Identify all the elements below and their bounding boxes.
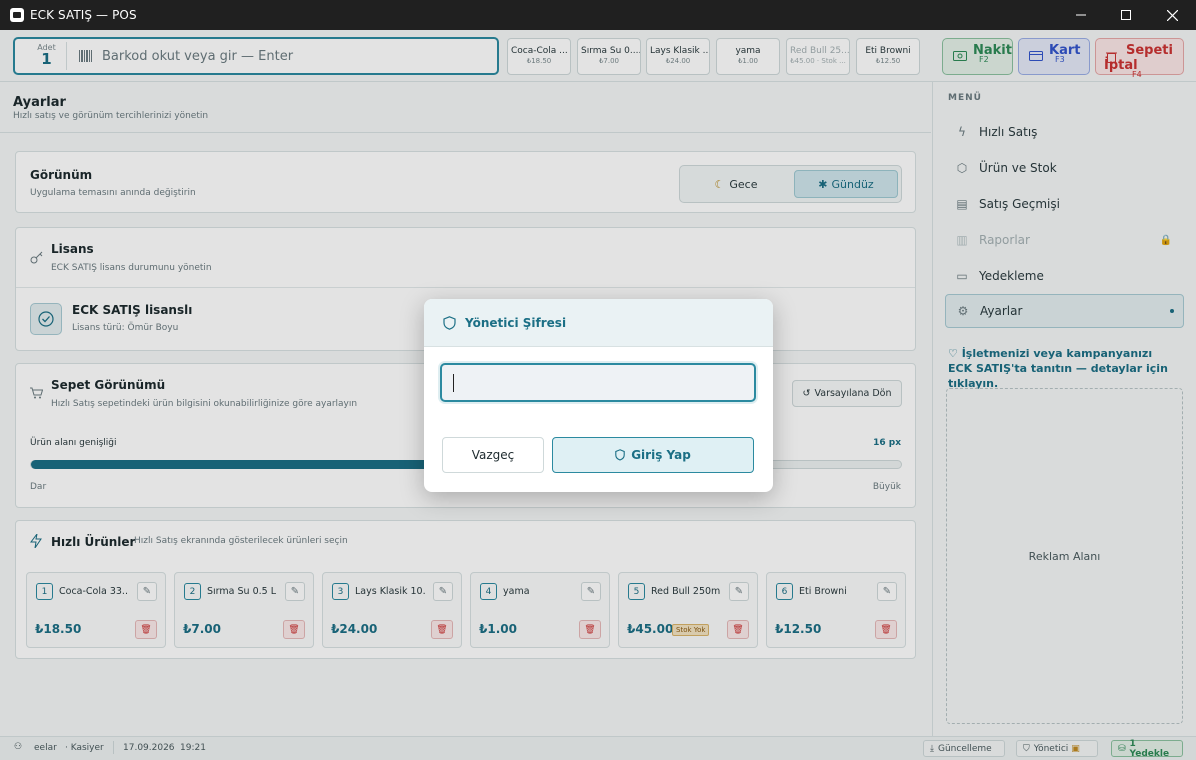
close-icon bbox=[1166, 9, 1178, 21]
dialog-title: Yönetici Şifresi bbox=[465, 315, 567, 330]
admin-password-dialog: Yönetici Şifresi Vazgeç Giriş Yap bbox=[424, 299, 773, 492]
cancel-button[interactable]: Vazgeç bbox=[442, 437, 544, 473]
minimize-icon bbox=[1076, 14, 1086, 16]
login-label: Giriş Yap bbox=[631, 448, 691, 462]
maximize-button[interactable] bbox=[1103, 0, 1149, 30]
shield-icon bbox=[615, 449, 625, 461]
close-window-button[interactable] bbox=[1149, 0, 1195, 30]
password-input[interactable] bbox=[440, 363, 756, 402]
app-logo-icon bbox=[10, 8, 24, 22]
cancel-label: Vazgeç bbox=[471, 448, 515, 462]
shield-icon bbox=[443, 315, 456, 330]
window-title: ECK SATIŞ — POS bbox=[30, 8, 137, 22]
maximize-icon bbox=[1121, 10, 1131, 20]
dialog-header: Yönetici Şifresi bbox=[424, 299, 773, 347]
window-titlebar: ECK SATIŞ — POS bbox=[0, 0, 1196, 30]
minimize-button[interactable] bbox=[1058, 0, 1104, 30]
login-button[interactable]: Giriş Yap bbox=[552, 437, 754, 473]
text-caret bbox=[453, 374, 454, 392]
